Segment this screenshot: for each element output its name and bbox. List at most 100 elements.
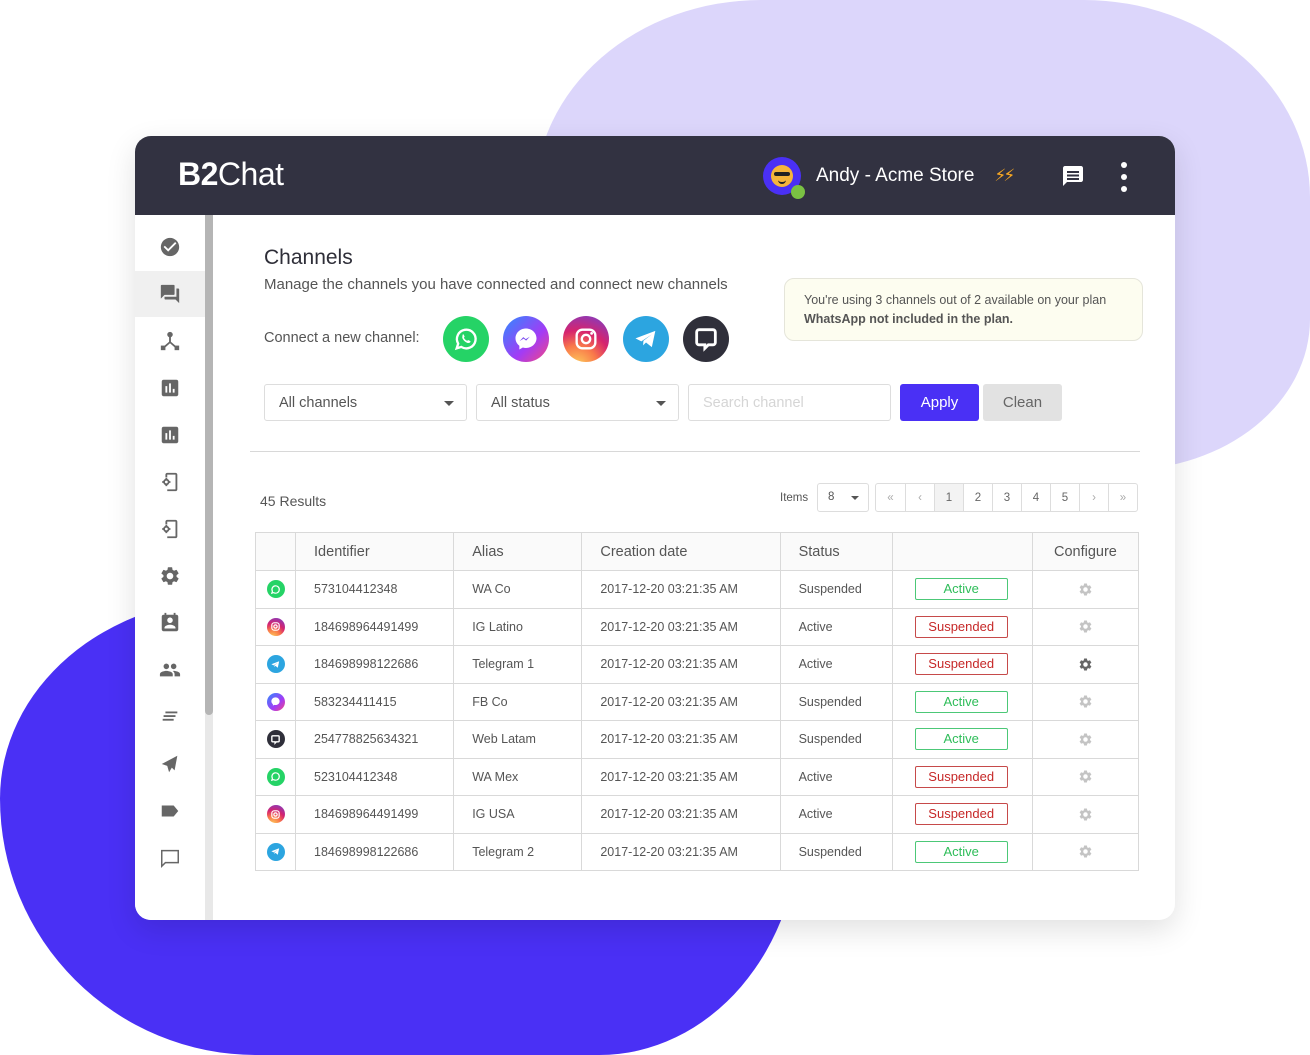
creation-date-cell: 2017-12-20 03:21:35 AM: [581, 645, 781, 684]
sidebar-item-contacts[interactable]: [135, 600, 205, 646]
creation-date-cell: 2017-12-20 03:21:35 AM: [581, 720, 781, 759]
items-per-page-value: 8: [828, 491, 835, 503]
apply-button[interactable]: Apply: [900, 384, 979, 421]
activate-button[interactable]: Active: [914, 690, 1008, 713]
connect-whatsapp-button[interactable]: [443, 316, 489, 362]
channel-type-cell: [254, 570, 297, 609]
avatar[interactable]: [763, 157, 805, 199]
sidebar-item-hierarchy[interactable]: [135, 318, 205, 364]
sidebar-item-reports-2[interactable]: [135, 412, 205, 458]
page-button-2[interactable]: 2: [963, 484, 992, 511]
pagination: « ‹ 1 2 3 4 5 › »: [875, 483, 1138, 512]
chat-icon[interactable]: [1060, 164, 1086, 188]
channel-type-cell: [254, 607, 297, 646]
channel-filter-select[interactable]: All channels: [264, 384, 467, 421]
logo-chat: Chat: [217, 156, 284, 192]
chevron-down-icon: [851, 496, 859, 500]
alias-cell: Telegram 1: [453, 645, 583, 684]
table-row[interactable]: 583234411415 FB Co 2017-12-20 03:21:35 A…: [254, 682, 1140, 721]
connect-instagram-button[interactable]: [563, 316, 609, 362]
b2chat-logo[interactable]: B2 Chat: [178, 156, 284, 193]
connect-webchat-button[interactable]: [683, 316, 729, 362]
channel-type-cell: [254, 645, 297, 684]
suspend-button[interactable]: Suspended: [914, 803, 1008, 826]
sidebar-item-device-settings[interactable]: [135, 459, 205, 505]
sidebar-item-device-settings-2[interactable]: [135, 506, 205, 552]
gear-icon[interactable]: [1078, 769, 1093, 783]
table-row[interactable]: 184698998122686 Telegram 1 2017-12-20 03…: [254, 645, 1140, 684]
webchat-icon: [695, 328, 717, 352]
status-cell: Suspended: [779, 720, 893, 759]
gear-icon[interactable]: [1078, 657, 1093, 671]
last-page-button[interactable]: »: [1108, 484, 1137, 511]
sidebar-item-conversations[interactable]: [135, 271, 205, 317]
gear-icon[interactable]: [1078, 807, 1093, 821]
plan-notice-warning: WhatsApp not included in the plan.: [804, 312, 1014, 326]
first-page-button[interactable]: «: [876, 484, 905, 511]
gear-icon[interactable]: [1078, 732, 1093, 746]
sidebar-item-broadcast[interactable]: [135, 741, 205, 787]
gear-icon[interactable]: [1078, 582, 1093, 596]
identifier-cell: 523104412348: [295, 757, 455, 796]
action-cell: Suspended: [891, 757, 1033, 796]
sidebar-item-templates[interactable]: [135, 694, 205, 740]
sidebar-item-tags[interactable]: [135, 788, 205, 834]
next-page-button[interactable]: ›: [1079, 484, 1108, 511]
items-per-page-label: Items: [780, 492, 809, 504]
channel-type-cell: [254, 757, 297, 796]
suspend-button[interactable]: Suspended: [914, 653, 1008, 676]
more-vertical-icon[interactable]: [1118, 162, 1130, 192]
prev-page-button[interactable]: ‹: [905, 484, 934, 511]
table-row[interactable]: 523104412348 WA Mex 2017-12-20 03:21:35 …: [254, 757, 1140, 796]
items-per-page-select[interactable]: 8: [817, 483, 869, 512]
alias-cell: Web Latam: [453, 720, 583, 759]
sidebar: [135, 215, 213, 920]
page-button-1[interactable]: 1: [934, 484, 963, 511]
header-creation-date[interactable]: Creation date: [581, 532, 781, 571]
gear-icon[interactable]: [1078, 694, 1093, 708]
sidebar-item-check[interactable]: [135, 224, 205, 270]
header-alias[interactable]: Alias: [453, 532, 583, 571]
sidebar-scrollbar-thumb[interactable]: [205, 215, 213, 715]
page-button-3[interactable]: 3: [992, 484, 1021, 511]
bar-chart-icon: [161, 379, 179, 397]
conversations-icon: [160, 284, 180, 304]
configure-cell: [1031, 570, 1140, 609]
telegram-icon: [266, 655, 285, 674]
search-channel-input[interactable]: [688, 384, 891, 421]
activate-button[interactable]: Active: [914, 840, 1008, 863]
hierarchy-icon: [160, 331, 180, 351]
page-button-4[interactable]: 4: [1021, 484, 1050, 511]
identifier-cell: 573104412348: [295, 570, 455, 609]
creation-date-cell: 2017-12-20 03:21:35 AM: [581, 757, 781, 796]
status-filter-select[interactable]: All status: [476, 384, 679, 421]
table-row[interactable]: 573104412348 WA Co 2017-12-20 03:21:35 A…: [254, 570, 1140, 609]
page-button-5[interactable]: 5: [1050, 484, 1079, 511]
sidebar-item-reports[interactable]: [135, 365, 205, 411]
table-row[interactable]: 184698964491499 IG Latino 2017-12-20 03:…: [254, 607, 1140, 646]
table-row[interactable]: 184698964491499 IG USA 2017-12-20 03:21:…: [254, 795, 1140, 834]
status-cell: Active: [779, 795, 893, 834]
user-menu[interactable]: Andy - Acme Store ⚡⚡: [763, 156, 1015, 199]
activate-button[interactable]: Active: [914, 578, 1008, 601]
activate-button[interactable]: Active: [914, 728, 1008, 751]
header-status[interactable]: Status: [779, 532, 893, 571]
gear-icon[interactable]: [1078, 619, 1093, 633]
sidebar-item-messages[interactable]: [135, 835, 205, 881]
tag-icon: [161, 805, 179, 817]
suspend-button[interactable]: Suspended: [914, 765, 1008, 788]
header-identifier[interactable]: Identifier: [295, 532, 455, 571]
connect-telegram-button[interactable]: [623, 316, 669, 362]
configure-cell: [1031, 832, 1140, 871]
connect-messenger-button[interactable]: [503, 316, 549, 362]
plan-notice-usage: You're using 3 channels out of 2 availab…: [804, 293, 1107, 307]
alias-cell: Telegram 2: [453, 832, 583, 871]
clean-button[interactable]: Clean: [983, 384, 1062, 421]
table-row[interactable]: 184698998122686 Telegram 2 2017-12-20 03…: [254, 832, 1140, 871]
sidebar-item-settings[interactable]: [135, 553, 205, 599]
gear-icon[interactable]: [1078, 844, 1093, 858]
lines-icon: [162, 711, 178, 721]
sidebar-item-agents[interactable]: [135, 647, 205, 693]
suspend-button[interactable]: Suspended: [914, 615, 1008, 638]
table-row[interactable]: 254778825634321 Web Latam 2017-12-20 03:…: [254, 720, 1140, 759]
